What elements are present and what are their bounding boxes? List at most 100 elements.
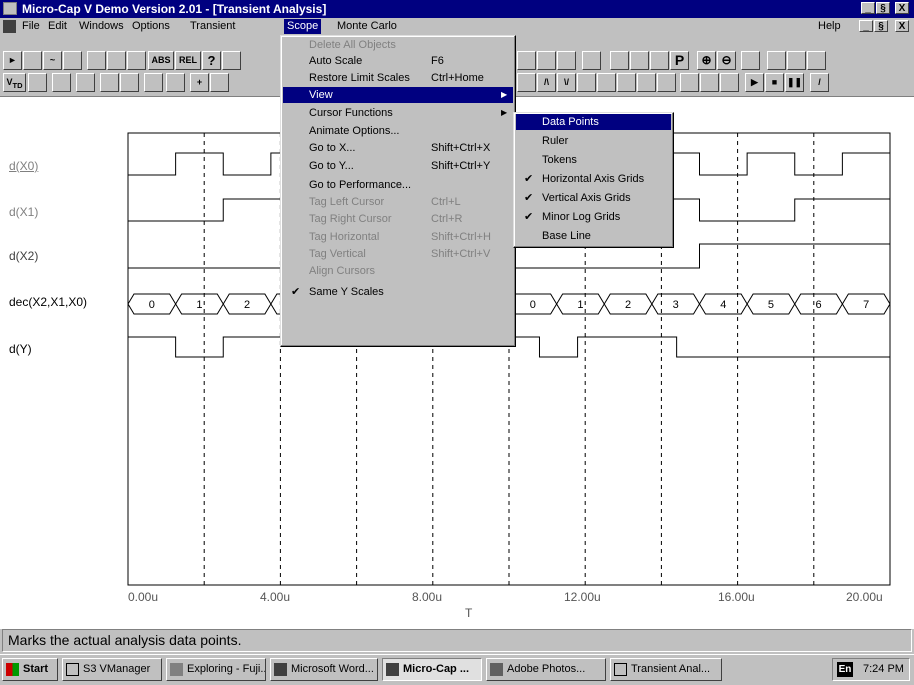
scope-menu: Delete All Objects Auto Scale F6 Restore Li… <box>280 35 516 347</box>
rel-button[interactable]: REL <box>175 51 201 70</box>
scope-menu-item[interactable]: Restore Limit Scales Ctrl+Home <box>283 70 513 86</box>
toolbar2-icon-10[interactable] <box>210 73 229 92</box>
pause-icon[interactable]: ❚❚ <box>785 73 804 92</box>
abs-button[interactable]: ABS <box>148 51 174 70</box>
signal-label-y[interactable]: d(Y) <box>9 342 32 356</box>
start-button[interactable]: Start <box>2 658 58 681</box>
menu-transient[interactable]: Transient <box>190 20 235 32</box>
scope-menu-item[interactable]: Go to X... Shift+Ctrl+X <box>283 140 513 156</box>
toolbar2-icon-8[interactable] <box>166 73 185 92</box>
doc-restore-button[interactable]: § <box>874 20 888 32</box>
select-arrow-icon[interactable]: ► <box>3 51 22 70</box>
toolbar2-icon-19[interactable] <box>680 73 699 92</box>
signal-label-dec[interactable]: dec(X2,X1,X0) <box>9 295 87 309</box>
wave-icon[interactable]: ~ <box>43 51 62 70</box>
view-menu-item[interactable]: Data Points <box>516 114 671 130</box>
toolbar2-icon-21[interactable] <box>720 73 739 92</box>
toolbar2-icon-17[interactable] <box>637 73 656 92</box>
window-layout-icon[interactable] <box>517 51 536 70</box>
crosshair-icon[interactable]: + <box>190 73 209 92</box>
language-indicator[interactable]: En <box>837 662 853 677</box>
scope-menu-item[interactable]: Go to Performance... <box>283 177 513 193</box>
signal-label-x0[interactable]: d(X0) <box>9 159 38 173</box>
slope-find-icon[interactable] <box>617 73 636 92</box>
window-icon[interactable] <box>537 51 556 70</box>
valley-find-icon[interactable]: \/ <box>557 73 576 92</box>
toolbar2-icon-3[interactable] <box>52 73 71 92</box>
scope-menu-item[interactable]: Go to Y... Shift+Ctrl+Y <box>283 158 513 174</box>
scope-menu-item[interactable]: Cursor Functions ▶ <box>283 105 513 121</box>
toolbar2-icon-4[interactable] <box>76 73 95 92</box>
signal-label-x1[interactable]: d(X1) <box>9 205 38 219</box>
toolbar2-icon-6[interactable] <box>120 73 139 92</box>
doc-icon[interactable] <box>3 20 16 33</box>
task-transient[interactable]: Transient Anal... <box>610 658 722 681</box>
printer-icon[interactable] <box>650 51 669 70</box>
clock[interactable]: 7:24 PM <box>863 663 904 675</box>
menu-options[interactable]: Options <box>132 20 170 32</box>
task-s3vmanager[interactable]: S3 VManager <box>62 658 162 681</box>
zoom-out-icon[interactable]: ⊖ <box>717 51 736 70</box>
task-word[interactable]: Microsoft Word... <box>270 658 378 681</box>
scope-menu-item[interactable]: Animate Options... <box>283 123 513 139</box>
toolbar2-icon-20[interactable] <box>700 73 719 92</box>
grid-icon[interactable] <box>582 51 601 70</box>
step-run-icon[interactable]: / <box>810 73 829 92</box>
doc-minimize-button[interactable]: _ <box>859 20 873 32</box>
toolbar-icon-11[interactable] <box>222 51 241 70</box>
list-icon[interactable] <box>741 51 760 70</box>
restore-button[interactable]: § <box>876 2 890 14</box>
rise-icon[interactable] <box>517 73 536 92</box>
low-icon[interactable] <box>597 73 616 92</box>
view-menu-item[interactable]: ✔ Minor Log Grids <box>516 209 671 225</box>
peak-icon[interactable] <box>63 51 82 70</box>
app-icon[interactable] <box>3 2 17 15</box>
menu-file[interactable]: File <box>22 20 40 32</box>
minimize-button[interactable]: _ <box>861 2 875 14</box>
view-menu-item[interactable]: ✔ Horizontal Axis Grids <box>516 171 671 187</box>
high-icon[interactable] <box>577 73 596 92</box>
bar-chart-icon[interactable] <box>28 73 47 92</box>
view-menu-item[interactable]: ✔ Vertical Axis Grids <box>516 190 671 206</box>
play-icon[interactable]: ▶ <box>745 73 764 92</box>
p-button[interactable]: P <box>670 51 689 70</box>
menu-edit[interactable]: Edit <box>48 20 67 32</box>
scope-menu-item: Tag Horizontal Shift+Ctrl+H <box>283 229 513 245</box>
toolbar2-icon-18[interactable] <box>657 73 676 92</box>
doc-close-button[interactable]: X <box>895 20 909 32</box>
waveform-icon[interactable] <box>767 51 786 70</box>
step-icon[interactable] <box>127 51 146 70</box>
blank-icon[interactable] <box>557 51 576 70</box>
table-icon[interactable] <box>807 51 826 70</box>
scope-menu-item[interactable]: ✔ Same Y Scales <box>283 284 513 300</box>
menu-item-label: Tokens <box>542 154 577 166</box>
view-menu-item[interactable]: Base Line <box>516 228 671 244</box>
stop-icon[interactable]: ■ <box>765 73 784 92</box>
signal-label-x2[interactable]: d(X2) <box>9 249 38 263</box>
fx-icon[interactable] <box>107 51 126 70</box>
toolbar2-icon-7[interactable] <box>144 73 163 92</box>
menu-monte-carlo[interactable]: Monte Carlo <box>337 20 397 32</box>
zoom-in-icon[interactable]: ⊕ <box>697 51 716 70</box>
view-menu-item[interactable]: Ruler <box>516 133 671 149</box>
tile-icon[interactable] <box>610 51 629 70</box>
task-exploring[interactable]: Exploring - Fuji... <box>166 658 266 681</box>
view-menu-item[interactable]: Tokens <box>516 152 671 168</box>
menu-item-label: Restore Limit Scales <box>309 72 410 84</box>
menu-windows[interactable]: Windows <box>79 20 124 32</box>
task-photoshop[interactable]: Adobe Photos... <box>486 658 606 681</box>
menu-help[interactable]: Help <box>818 20 841 32</box>
scope-window-icon[interactable] <box>787 51 806 70</box>
peak-find-icon[interactable]: /\ <box>537 73 556 92</box>
menu-scope[interactable]: Scope <box>284 19 322 34</box>
scope-menu-item[interactable]: Auto Scale F6 <box>283 53 513 69</box>
help-question-button[interactable]: ? <box>202 51 221 70</box>
component-icon[interactable] <box>23 51 42 70</box>
print-preview-icon[interactable] <box>630 51 649 70</box>
scope-menu-item[interactable]: View ▶ <box>283 87 513 103</box>
close-button[interactable]: X <box>895 2 909 14</box>
vtd-icon[interactable]: VTD <box>3 73 26 92</box>
toolbar2-icon-5[interactable] <box>100 73 119 92</box>
slope-icon[interactable] <box>87 51 106 70</box>
task-microcap[interactable]: Micro-Cap ... <box>382 658 482 681</box>
